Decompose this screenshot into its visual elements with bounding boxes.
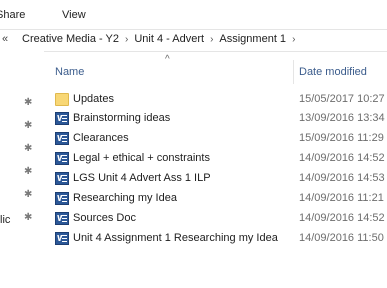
file-date: 14/09/2016 14:53	[299, 172, 385, 184]
file-date: 13/09/2016 13:34	[299, 112, 385, 124]
ribbon-tab-view[interactable]: View	[62, 9, 86, 21]
file-date: 14/09/2016 14:52	[299, 212, 385, 224]
list-item[interactable]: Researching my Idea 14/09/2016 11:21	[49, 189, 387, 208]
file-name: Researching my Idea	[73, 192, 177, 204]
column-header-date-modified[interactable]: Date modified	[299, 66, 367, 78]
address-bar[interactable]: « Creative Media - Y2 › Unit 4 - Advert › As…	[0, 29, 387, 52]
word-doc-icon	[55, 152, 69, 165]
column-divider[interactable]	[293, 60, 294, 84]
list-item[interactable]: LGS Unit 4 Advert Ass 1 ILP 14/09/2016 1…	[49, 169, 387, 188]
ribbon-tab-share[interactable]: Share	[0, 9, 25, 21]
file-name: LGS Unit 4 Advert Ass 1 ILP	[73, 172, 211, 184]
nav-item-label[interactable]: lic	[0, 214, 10, 226]
file-date: 15/05/2017 10:27	[299, 93, 385, 105]
word-doc-icon	[55, 212, 69, 225]
word-doc-icon	[55, 192, 69, 205]
file-date: 14/09/2016 14:52	[299, 152, 385, 164]
file-date: 14/09/2016 11:50	[299, 232, 384, 244]
word-doc-icon	[55, 232, 69, 245]
breadcrumb-creative-media[interactable]: Creative Media - Y2	[22, 33, 119, 45]
breadcrumb-separator-icon[interactable]: ›	[125, 34, 128, 45]
breadcrumb-assignment-1[interactable]: Assignment 1	[219, 33, 286, 45]
list-item[interactable]: Unit 4 Assignment 1 Researching my Idea …	[49, 229, 387, 248]
pin-icon[interactable]: ✱	[24, 190, 34, 200]
list-item[interactable]: Updates 15/05/2017 10:27	[49, 90, 387, 109]
pin-icon[interactable]: ✱	[24, 144, 34, 154]
word-doc-icon	[55, 112, 69, 125]
navigation-pane: ✱ ✱ ✱ ✱ ✱ ✱	[0, 51, 44, 288]
list-item[interactable]: Clearances 15/09/2016 11:29	[49, 129, 387, 148]
pin-icon[interactable]: ✱	[24, 167, 34, 177]
file-name: Brainstorming ideas	[73, 112, 171, 124]
folder-icon	[55, 93, 69, 106]
word-doc-icon	[55, 172, 69, 185]
pin-icon[interactable]: ✱	[24, 98, 34, 108]
file-date: 14/09/2016 11:21	[299, 192, 384, 204]
file-date: 15/09/2016 11:29	[299, 132, 384, 144]
list-item[interactable]: Brainstorming ideas 13/09/2016 13:34	[49, 109, 387, 128]
breadcrumb: Creative Media - Y2 › Unit 4 - Advert › Assi…	[22, 33, 301, 45]
overflow-chevron-icon[interactable]: «	[2, 33, 8, 45]
file-name: Unit 4 Assignment 1 Researching my Idea	[73, 232, 278, 244]
breadcrumb-separator-icon[interactable]: ›	[292, 34, 295, 45]
file-name: Updates	[73, 93, 114, 105]
sort-ascending-icon: ^	[165, 54, 170, 65]
file-name: Clearances	[73, 132, 129, 144]
list-item[interactable]: Legal + ethical + constraints 14/09/2016…	[49, 149, 387, 168]
file-name: Sources Doc	[73, 212, 136, 224]
file-name: Legal + ethical + constraints	[73, 152, 210, 164]
pin-icon[interactable]: ✱	[24, 213, 34, 223]
breadcrumb-unit-4[interactable]: Unit 4 - Advert	[134, 33, 204, 45]
pin-icon[interactable]: ✱	[24, 121, 34, 131]
word-doc-icon	[55, 132, 69, 145]
breadcrumb-separator-icon[interactable]: ›	[210, 34, 213, 45]
list-item[interactable]: Sources Doc 14/09/2016 14:52	[49, 209, 387, 228]
column-header-name[interactable]: Name	[55, 66, 84, 78]
ribbon: Share View	[0, 0, 387, 28]
